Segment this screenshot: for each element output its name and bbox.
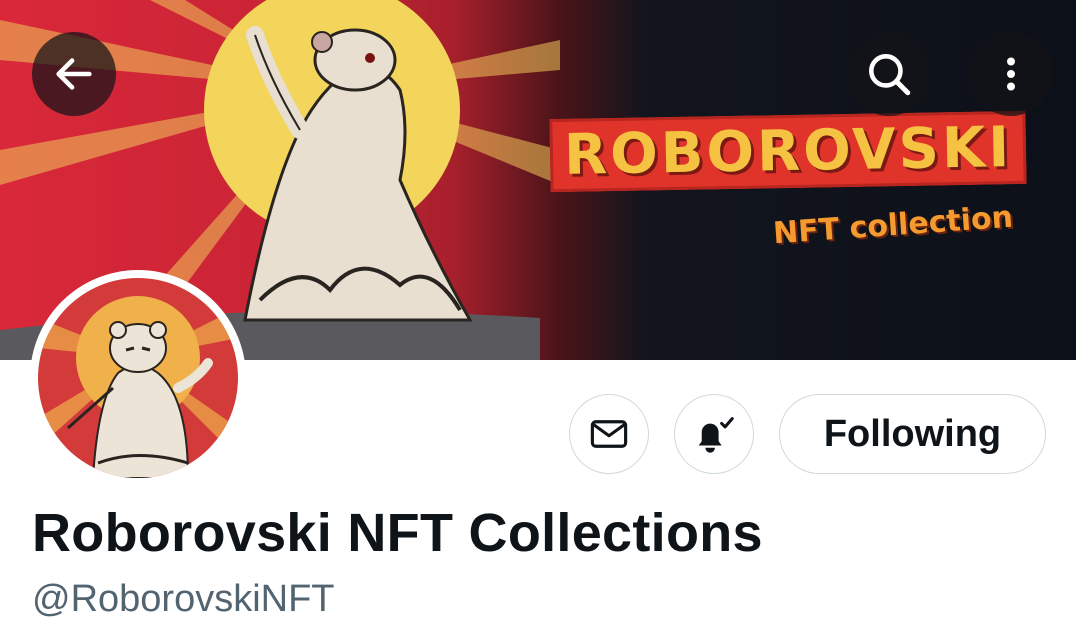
- brand-title-plate: ROBOROVSKI: [549, 110, 1027, 192]
- banner-brand-title: ROBOROVSKI: [548, 110, 1028, 192]
- back-button[interactable]: [32, 32, 116, 116]
- avatar[interactable]: [30, 270, 246, 486]
- following-label: Following: [823, 412, 1002, 455]
- message-button[interactable]: [569, 394, 649, 474]
- more-options-button[interactable]: [969, 32, 1053, 116]
- search-icon: [869, 54, 911, 96]
- hamster-avatar-icon: [38, 278, 238, 478]
- brand-subtitle-text: NFT collection: [771, 199, 1015, 251]
- mail-icon: [590, 420, 628, 448]
- following-button[interactable]: Following: [779, 394, 1046, 474]
- bell-check-icon: [698, 417, 734, 453]
- notifications-button[interactable]: [674, 394, 754, 474]
- search-button[interactable]: [847, 32, 931, 116]
- more-vertical-icon: [1007, 57, 1015, 91]
- brand-title-text: ROBOROVSKI: [563, 114, 1013, 188]
- display-name: Roborovski NFT Collections: [32, 503, 763, 563]
- arrow-left-icon: [56, 58, 92, 90]
- user-handle: @RoborovskiNFT: [32, 578, 335, 620]
- avatar-image: [38, 278, 238, 478]
